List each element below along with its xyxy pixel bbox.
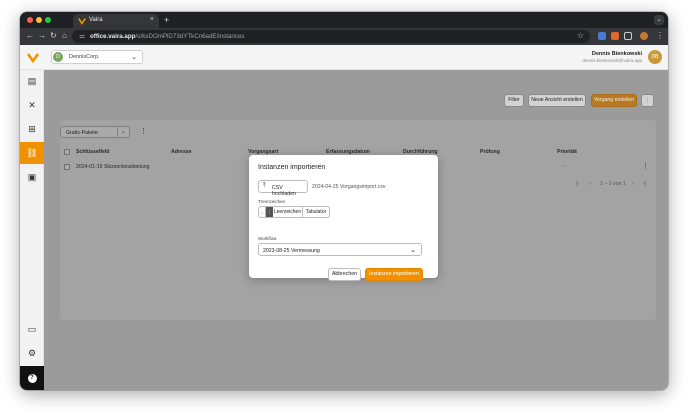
column-header[interactable]: Prüfung <box>480 149 500 155</box>
import-instances-button[interactable]: Instanzen importieren <box>365 268 423 281</box>
tab-strip: Vaira × + ⌄ <box>20 12 668 28</box>
more-options-button[interactable]: ⋮ <box>641 94 654 107</box>
separator-label: Trennzeichen <box>258 199 286 204</box>
row-menu-icon[interactable]: ⋮ <box>642 162 649 170</box>
dialog-title: Instanzen importieren <box>258 164 326 171</box>
first-page-button[interactable]: |‹ <box>576 181 579 187</box>
forward-button[interactable]: → <box>38 31 46 40</box>
column-header[interactable]: Adresse <box>171 149 191 155</box>
tab-vaira[interactable]: Vaira × <box>73 14 159 28</box>
inbox-icon[interactable]: ▭ <box>20 318 44 340</box>
column-header[interactable]: Priorität <box>557 149 577 155</box>
prev-page-button[interactable]: ‹ <box>590 181 592 187</box>
import-dialog: Instanzen importieren ⤒ CSV hochladen 20… <box>249 155 438 281</box>
filter-button[interactable]: Filter <box>504 94 524 107</box>
avatar[interactable]: DB <box>648 50 662 64</box>
upload-icon: ⤒ <box>263 183 266 189</box>
url-path: /o/kxDOmPlD73dYTkCn6adE/instances <box>135 33 245 40</box>
table-cell-key[interactable]: 2024-01-19 Skizzenbearbeitung <box>76 164 150 170</box>
help-icon: ? <box>27 374 37 383</box>
row-checkbox[interactable] <box>64 164 70 170</box>
pagination-label: 1 – 1 von 1 <box>600 181 626 187</box>
back-button[interactable]: ← <box>26 31 34 40</box>
chevron-down-icon: ⌄ <box>117 127 129 137</box>
vaira-favicon-icon <box>78 18 86 25</box>
bookmark-star-icon[interactable]: ☆ <box>577 31 584 40</box>
column-header[interactable]: Schlüsselfeld <box>76 149 109 155</box>
package-options-icon[interactable]: ⋮ <box>140 127 147 135</box>
new-view-button[interactable]: Neue Ansicht erstellen <box>528 94 586 107</box>
workflow-value: 2023-08-25 Vermessung <box>263 247 320 254</box>
gear-icon[interactable]: ⚙ <box>20 342 44 364</box>
extension-icon[interactable] <box>611 32 619 40</box>
app-header: D DennisCorp. ⌄ Dennis Bienkowski dennis… <box>20 45 668 70</box>
user-email: dennis.bienkowski@vaira.app <box>582 58 642 63</box>
csv-upload-label: CSV hochladen <box>272 184 296 197</box>
separator-semicolon[interactable]: ; <box>266 207 273 217</box>
select-all-checkbox[interactable] <box>64 149 70 155</box>
chevron-down-icon: ⌄ <box>410 247 416 254</box>
link-icon[interactable]: ⛓ <box>20 142 44 164</box>
separator-comma[interactable]: , <box>259 207 266 217</box>
user-info: Dennis Bienkowski dennis.bienkowski@vair… <box>582 51 642 63</box>
workflow-select[interactable]: 2023-08-25 Vermessung ⌄ <box>258 243 422 256</box>
minimize-window-button[interactable] <box>36 17 42 23</box>
reload-button[interactable]: ↻ <box>50 31 57 40</box>
chevron-down-icon: ⌄ <box>131 54 137 61</box>
org-name: DennisCorp. <box>69 54 100 60</box>
site-info-icon[interactable]: ⚌ <box>79 32 85 40</box>
address-bar[interactable]: ⚌ office.vaira.app/o/kxDOmPlD73dYTkCn6ad… <box>72 30 590 43</box>
selected-file-name: 2024-04-25 Vorgangsimport.csv <box>312 183 386 190</box>
profile-icon[interactable] <box>640 32 648 40</box>
workflow-label: Workflow <box>258 236 277 241</box>
next-page-button[interactable]: › <box>632 181 634 187</box>
extension-icon[interactable] <box>598 32 606 40</box>
contact-icon[interactable]: ▣ <box>20 166 44 188</box>
organization-select[interactable]: D DennisCorp. ⌄ <box>51 50 143 64</box>
browser-menu-icon[interactable]: ⋮ <box>656 31 664 40</box>
csv-upload-button[interactable]: ⤒ CSV hochladen <box>258 180 308 197</box>
extensions-puzzle-icon[interactable] <box>624 32 632 40</box>
sidebar: ▤ ✕ ⊞ ⛓ ▣ ▭ ⚙ ? <box>20 70 44 390</box>
last-page-button[interactable]: ›| <box>643 181 646 187</box>
package-select[interactable]: Gratis-Pakete ⌄ <box>60 126 130 138</box>
url-host: office.vaira.app <box>90 33 136 40</box>
close-window-button[interactable] <box>27 17 33 23</box>
tab-search-button[interactable]: ⌄ <box>654 15 664 25</box>
browser-toolbar: ← → ↻ ⌂ ⚌ office.vaira.app/o/kxDOmPlD73d… <box>20 28 668 45</box>
browser-window: Vaira × + ⌄ ← → ↻ ⌂ ⚌ office.vaira.app/o… <box>20 12 668 390</box>
create-instance-button[interactable]: Vorgang erstellen <box>591 94 637 107</box>
separator-space[interactable]: Leerzeichen <box>273 207 303 217</box>
org-badge: D <box>53 52 63 62</box>
wrench-icon[interactable]: ✕ <box>20 94 44 116</box>
tab-title: Vaira <box>89 17 103 23</box>
cancel-button[interactable]: Abbrechen <box>328 268 361 281</box>
maximize-window-button[interactable] <box>45 17 51 23</box>
hierarchy-icon[interactable]: ⊞ <box>20 118 44 140</box>
user-name: Dennis Bienkowski <box>591 51 642 57</box>
new-tab-button[interactable]: + <box>164 15 169 25</box>
separator-toggle-group: , ; Leerzeichen Tabulator <box>258 206 330 218</box>
tab-close-icon[interactable]: × <box>150 16 154 23</box>
priority-arrow-icon: → <box>559 162 566 169</box>
url-text: office.vaira.app/o/kxDOmPlD73dYTkCn6adE/… <box>90 33 244 40</box>
home-button[interactable]: ⌂ <box>62 31 67 40</box>
vaira-logo-icon[interactable] <box>26 50 40 64</box>
folder-icon[interactable]: ▤ <box>20 70 44 92</box>
package-select-label: Gratis-Pakete <box>66 129 98 136</box>
help-button[interactable]: ? <box>20 366 44 390</box>
separator-tab[interactable]: Tabulator <box>303 207 329 217</box>
